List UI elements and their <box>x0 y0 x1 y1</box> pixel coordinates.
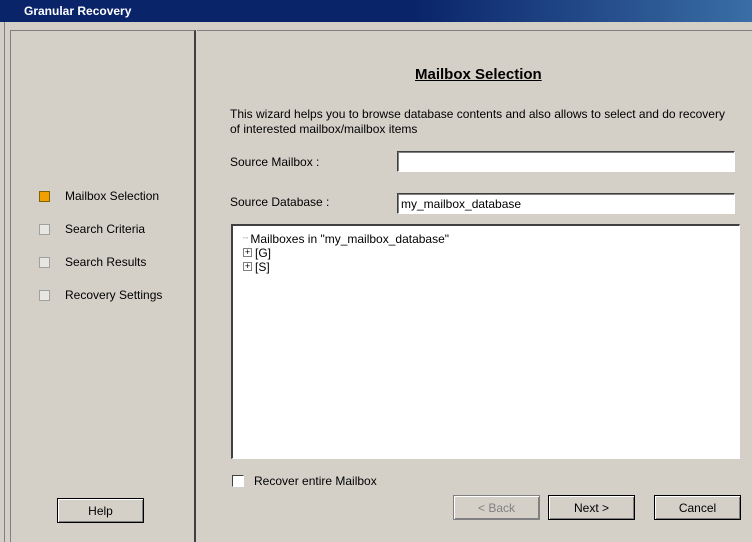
step-label: Search Results <box>65 255 147 269</box>
inactive-step-icon <box>39 289 50 301</box>
step-label: Recovery Settings <box>65 288 163 302</box>
tree-root-label: Mailboxes in "my_mailbox_database" <box>250 231 450 246</box>
tree-node-label: [S] <box>255 259 270 274</box>
next-button-label: Next > <box>573 500 609 515</box>
step-label: Search Criteria <box>65 222 146 236</box>
tree-root-node[interactable]: ┈ Mailboxes in "my_mailbox_database" <box>243 231 450 246</box>
tree-node-label: [G] <box>255 245 272 260</box>
window-title: Granular Recovery <box>24 4 132 18</box>
inactive-step-icon <box>39 223 50 235</box>
source-mailbox-label: Source Mailbox : <box>230 155 320 169</box>
step-label: Mailbox Selection <box>65 189 160 203</box>
step-search-criteria: Search Criteria <box>39 221 145 237</box>
inactive-step-icon <box>39 256 50 268</box>
tree-node-s[interactable]: + [S] <box>243 259 270 274</box>
source-database-label: Source Database : <box>230 195 330 209</box>
mailbox-tree-view[interactable]: ┈ Mailboxes in "my_mailbox_database" + [… <box>231 224 740 459</box>
help-button[interactable]: Help <box>57 498 144 523</box>
expand-plus-icon[interactable]: + <box>243 248 252 257</box>
cancel-button-label: Cancel <box>678 500 717 515</box>
tree-connector-icon: ┈ <box>243 233 249 243</box>
recover-entire-mailbox-checkbox[interactable] <box>232 475 244 487</box>
expand-plus-icon[interactable]: + <box>243 262 252 271</box>
back-button[interactable]: < Back <box>453 495 540 520</box>
help-button-label: Help <box>88 503 113 518</box>
tree-node-g[interactable]: + [G] <box>243 245 272 260</box>
page-title: Mailbox Selection <box>415 66 542 83</box>
step-recovery-settings: Recovery Settings <box>39 287 162 303</box>
wizard-description: This wizard helps you to browse database… <box>230 107 725 136</box>
next-button[interactable]: Next > <box>548 495 635 520</box>
cancel-button[interactable]: Cancel <box>654 495 741 520</box>
step-search-results: Search Results <box>39 254 146 270</box>
active-step-icon <box>39 190 50 202</box>
recover-entire-mailbox-row[interactable]: Recover entire Mailbox <box>232 474 377 488</box>
source-database-input[interactable]: my_mailbox_database <box>397 193 735 214</box>
wizard-steps-panel <box>10 30 196 542</box>
step-mailbox-selection: Mailbox Selection <box>39 188 159 204</box>
recover-entire-mailbox-label: Recover entire Mailbox <box>254 474 377 488</box>
back-button-label: < Back <box>477 500 516 515</box>
window-title-bar[interactable]: Granular Recovery <box>0 0 752 22</box>
source-mailbox-input[interactable] <box>397 151 735 172</box>
